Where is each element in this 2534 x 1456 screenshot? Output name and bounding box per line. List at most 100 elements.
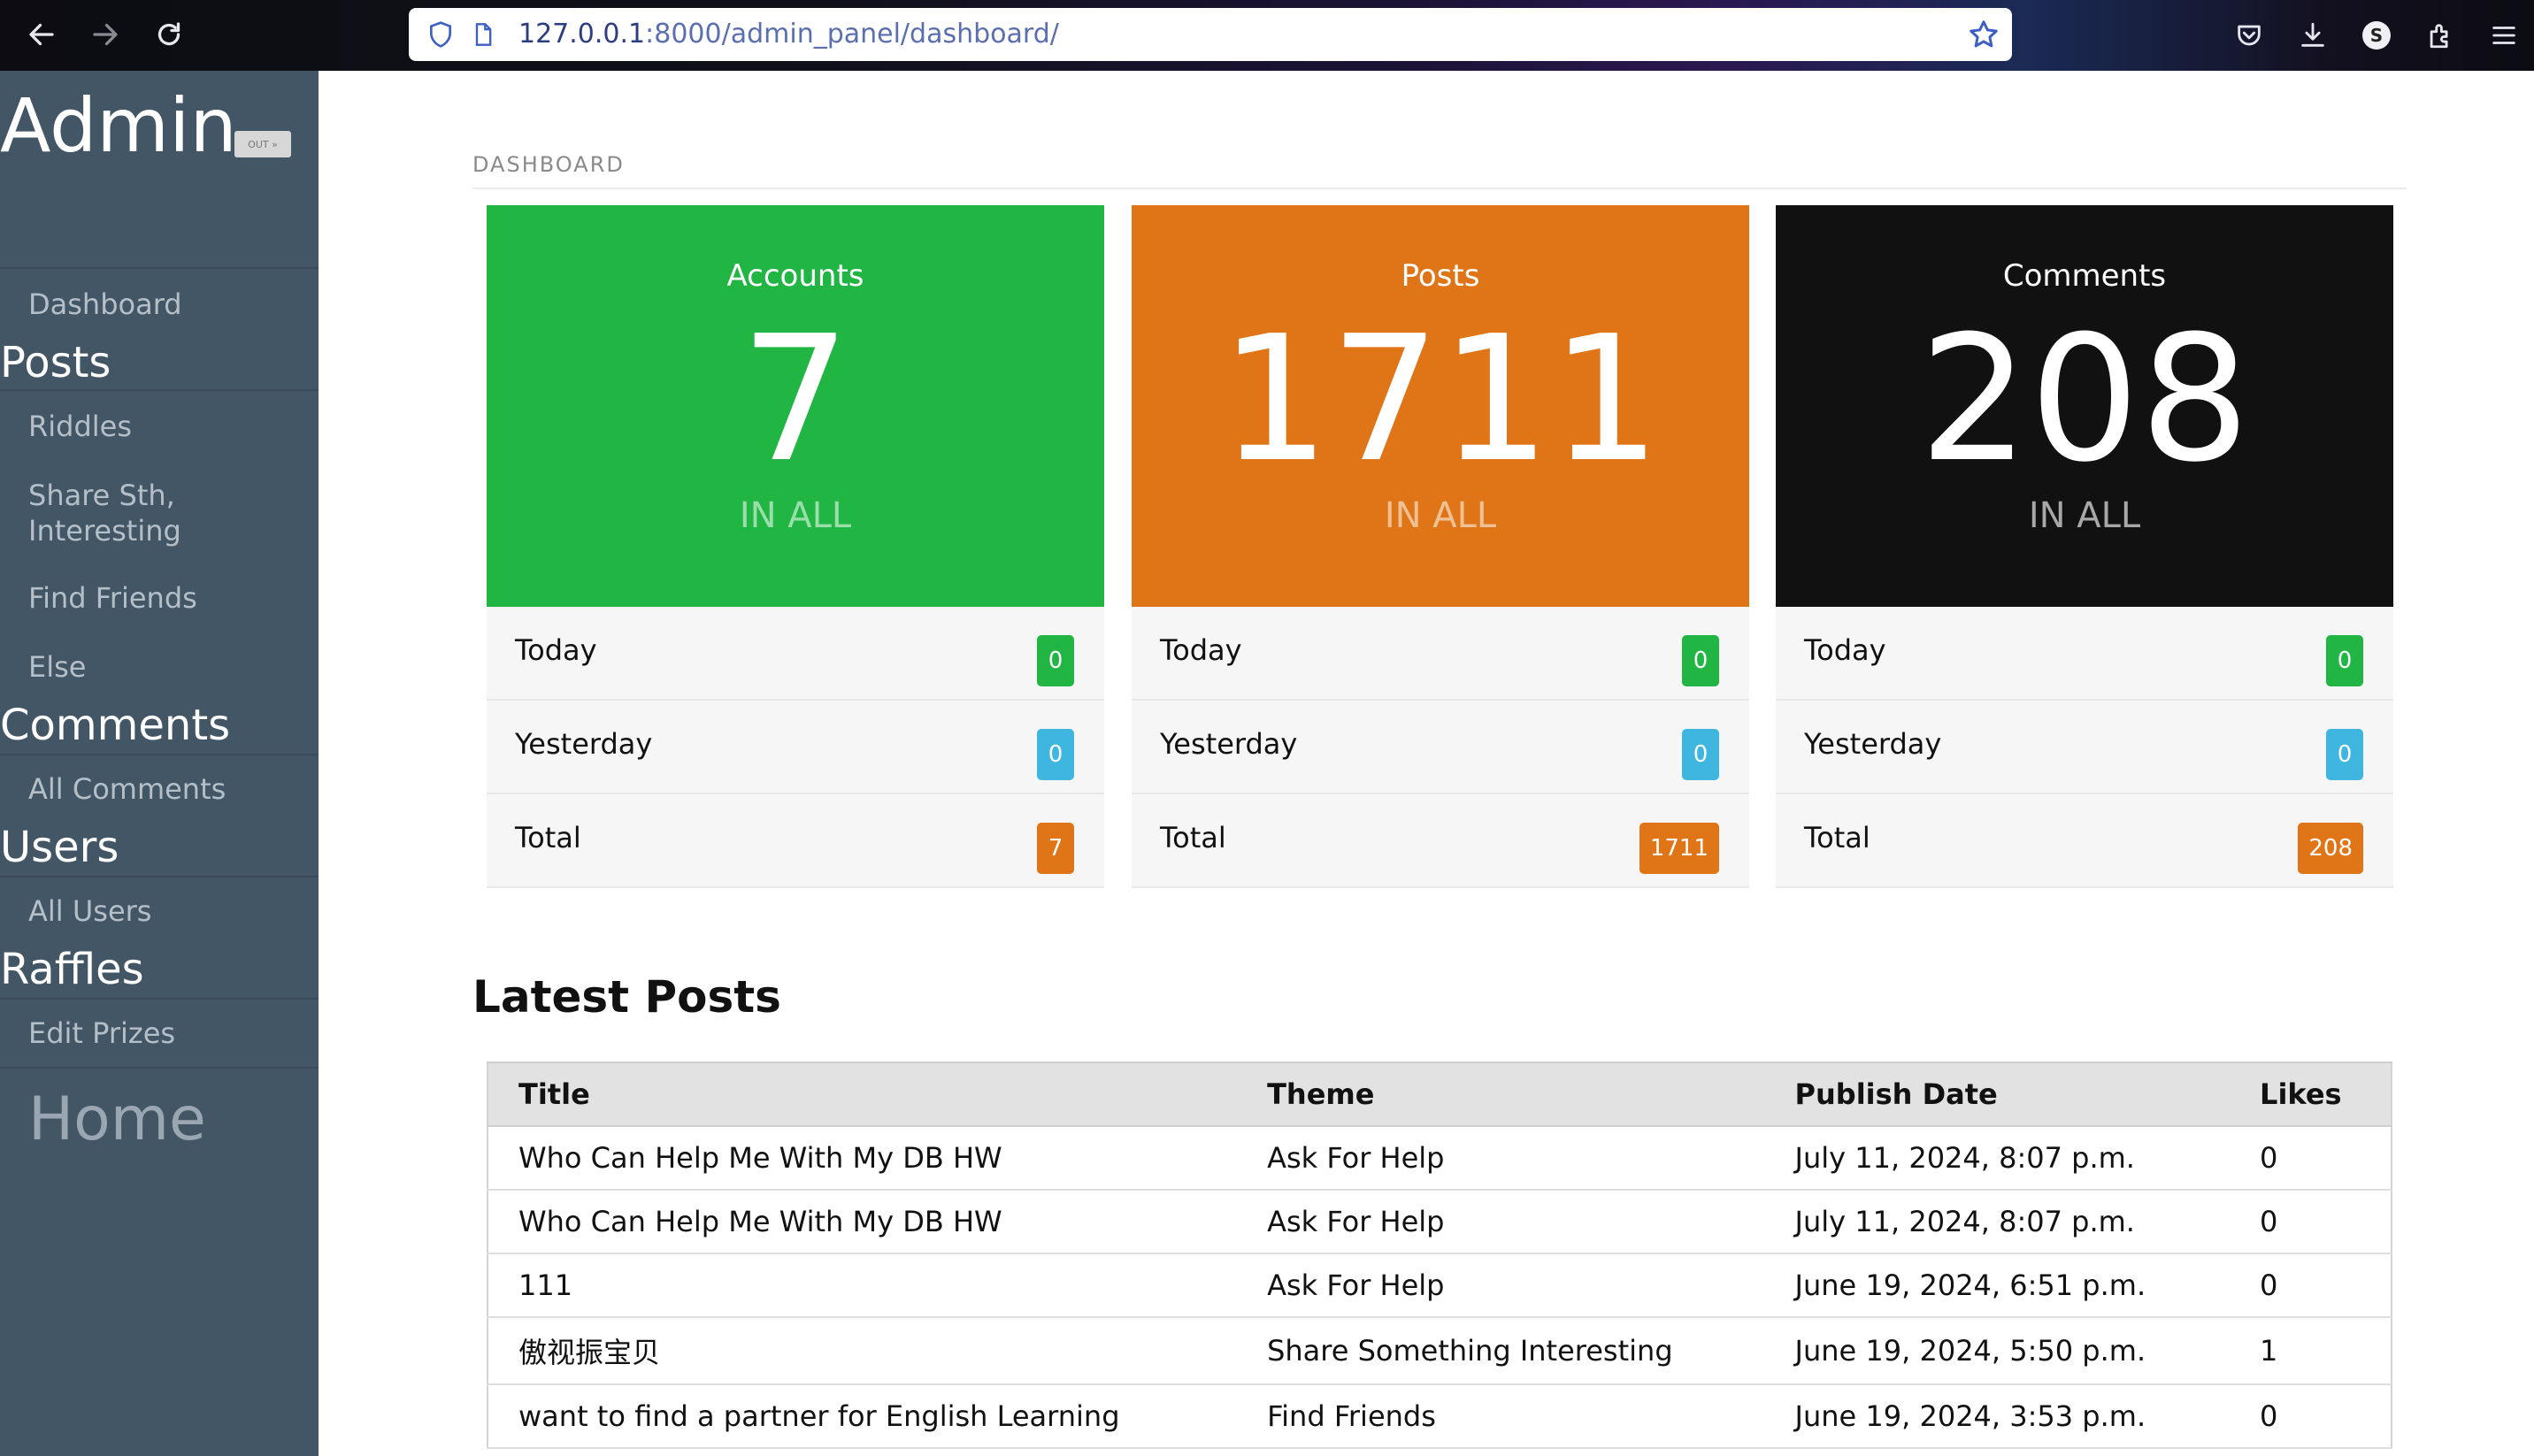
card-subtitle: IN ALL bbox=[1384, 495, 1497, 536]
count-badge: 7 bbox=[1037, 823, 1074, 874]
card-count: 208 bbox=[1918, 299, 2251, 501]
table-row[interactable]: 111 Ask For Help June 19, 2024, 6:51 p.m… bbox=[488, 1253, 2392, 1318]
latest-posts-heading: Latest Posts bbox=[472, 971, 781, 1023]
post-title[interactable]: Who Can Help Me With My DB HW bbox=[488, 1126, 1238, 1191]
count-badge: 0 bbox=[1682, 635, 1719, 686]
forward-arrow-icon[interactable] bbox=[85, 14, 126, 55]
bookmark-star-icon[interactable] bbox=[1968, 19, 2000, 50]
sidebar-item-share-sth[interactable]: Share Sth, Interesting bbox=[28, 478, 294, 548]
sidebar-item-dashboard[interactable]: Dashboard bbox=[28, 287, 182, 322]
menu-icon[interactable] bbox=[2486, 18, 2522, 53]
sidebar-section-comments: Comments bbox=[0, 701, 231, 750]
comments-card: Comments 208 IN ALL Today 0 Yesterday 0 … bbox=[1776, 205, 2393, 888]
post-likes: 0 bbox=[2230, 1190, 2392, 1254]
stat-label: Total bbox=[515, 821, 581, 854]
stat-label: Today bbox=[1804, 633, 1886, 667]
download-icon[interactable] bbox=[2295, 18, 2331, 53]
card-subtitle: IN ALL bbox=[2028, 495, 2141, 536]
post-date: June 19, 2024, 6:51 p.m. bbox=[1764, 1253, 2231, 1318]
reload-icon[interactable] bbox=[149, 14, 189, 55]
post-date: June 19, 2024, 3:53 p.m. bbox=[1764, 1384, 2231, 1449]
stat-row-yesterday: Yesterday 0 bbox=[1132, 701, 1749, 794]
sidebar-divider bbox=[0, 267, 319, 269]
stat-label: Yesterday bbox=[1804, 727, 1942, 761]
sidebar-divider bbox=[0, 754, 319, 755]
posts-card: Posts 1711 IN ALL Today 0 Yesterday 0 To… bbox=[1132, 205, 1749, 888]
extensions-icon[interactable] bbox=[2423, 18, 2458, 53]
stat-label: Today bbox=[1160, 633, 1242, 667]
logout-button[interactable]: OUT » bbox=[234, 131, 291, 157]
pocket-icon[interactable] bbox=[2231, 18, 2267, 53]
brand-title[interactable]: Admin bbox=[0, 81, 237, 170]
sidebar-item-all-comments[interactable]: All Comments bbox=[28, 771, 226, 807]
table-row[interactable]: Who Can Help Me With My DB HW Ask For He… bbox=[488, 1190, 2392, 1254]
address-bar[interactable]: 127.0.0.1:8000/admin_panel/dashboard/ bbox=[409, 8, 2012, 61]
post-title[interactable]: 傲视振宝贝 bbox=[488, 1317, 1238, 1385]
count-badge: 208 bbox=[2298, 823, 2363, 874]
sidebar-home-link[interactable]: Home bbox=[28, 1084, 206, 1155]
table-row[interactable]: Who Can Help Me With My DB HW Ask For He… bbox=[488, 1126, 2392, 1191]
post-theme: Share Something Interesting bbox=[1237, 1317, 1765, 1385]
post-title[interactable]: 111 bbox=[488, 1253, 1238, 1318]
column-header-title[interactable]: Title bbox=[488, 1061, 1238, 1127]
stat-label: Total bbox=[1160, 821, 1226, 854]
shield-icon[interactable] bbox=[426, 20, 455, 49]
post-title[interactable]: Who Can Help Me With My DB HW bbox=[488, 1190, 1238, 1254]
sidebar-item-edit-prizes[interactable]: Edit Prizes bbox=[28, 1015, 175, 1051]
sidebar-divider bbox=[0, 1067, 319, 1069]
post-likes: 0 bbox=[2230, 1126, 2392, 1191]
table-row[interactable]: want to find a partner for English Learn… bbox=[488, 1384, 2392, 1449]
stat-row-today: Today 0 bbox=[1132, 607, 1749, 701]
stat-row-yesterday: Yesterday 0 bbox=[1776, 701, 2393, 794]
count-badge: 0 bbox=[1682, 729, 1719, 780]
stat-row-today: Today 0 bbox=[1776, 607, 2393, 701]
sidebar-section-users: Users bbox=[0, 823, 119, 872]
count-badge: 1711 bbox=[1639, 823, 1719, 874]
sidebar-item-riddles[interactable]: Riddles bbox=[28, 409, 132, 444]
url-host: 127.0.0.1 bbox=[518, 19, 646, 50]
url-text[interactable]: 127.0.0.1:8000/admin_panel/dashboard/ bbox=[518, 19, 1059, 50]
sidebar-divider bbox=[0, 998, 319, 1000]
sidebar-item-all-users[interactable]: All Users bbox=[28, 893, 151, 929]
sidebar-item-else[interactable]: Else bbox=[28, 649, 86, 685]
sidebar-section-posts: Posts bbox=[0, 338, 111, 387]
column-header-likes[interactable]: Likes bbox=[2230, 1061, 2392, 1127]
stat-row-total: Total 7 bbox=[487, 794, 1104, 888]
stat-row-yesterday: Yesterday 0 bbox=[487, 701, 1104, 794]
card-label: Accounts bbox=[726, 258, 864, 294]
column-header-publish-date[interactable]: Publish Date bbox=[1764, 1061, 2231, 1127]
post-likes: 0 bbox=[2230, 1253, 2392, 1318]
card-label: Posts bbox=[1401, 258, 1480, 294]
column-header-theme[interactable]: Theme bbox=[1237, 1061, 1765, 1127]
post-theme: Ask For Help bbox=[1237, 1190, 1765, 1254]
sidebar-section-raffles: Raffles bbox=[0, 945, 144, 994]
post-title[interactable]: want to find a partner for English Learn… bbox=[488, 1384, 1238, 1449]
stat-label: Yesterday bbox=[1160, 727, 1298, 761]
stat-label: Today bbox=[515, 633, 597, 667]
stat-label: Total bbox=[1804, 821, 1870, 854]
posts-card-header: Posts 1711 IN ALL bbox=[1132, 205, 1749, 607]
sidebar-divider bbox=[0, 389, 319, 391]
url-path: :8000/admin_panel/dashboard/ bbox=[645, 19, 1059, 50]
count-badge: 0 bbox=[1037, 729, 1074, 780]
sidebar bbox=[0, 71, 319, 1456]
accounts-card-header: Accounts 7 IN ALL bbox=[487, 205, 1104, 607]
comments-card-header: Comments 208 IN ALL bbox=[1776, 205, 2393, 607]
count-badge: 0 bbox=[2326, 729, 2363, 780]
post-theme: Find Friends bbox=[1237, 1384, 1765, 1449]
account-icon[interactable]: S bbox=[2359, 18, 2394, 53]
stat-row-today: Today 0 bbox=[487, 607, 1104, 701]
page-icon bbox=[475, 23, 492, 46]
post-date: June 19, 2024, 5:50 p.m. bbox=[1764, 1317, 2231, 1385]
table-header-row: Title Theme Publish Date Likes bbox=[488, 1061, 2392, 1127]
count-badge: 0 bbox=[1037, 635, 1074, 686]
sidebar-item-find-friends[interactable]: Find Friends bbox=[28, 580, 197, 616]
post-date: July 11, 2024, 8:07 p.m. bbox=[1764, 1190, 2231, 1254]
profile-avatar: S bbox=[2362, 21, 2391, 50]
back-arrow-icon[interactable] bbox=[21, 14, 62, 55]
latest-posts-table: Title Theme Publish Date Likes Who Can H… bbox=[487, 1061, 2392, 1449]
stat-row-total: Total 208 bbox=[1776, 794, 2393, 888]
table-row[interactable]: 傲视振宝贝 Share Something Interesting June 1… bbox=[488, 1317, 2392, 1385]
card-count: 7 bbox=[740, 299, 851, 501]
browser-toolbar: 127.0.0.1:8000/admin_panel/dashboard/ S bbox=[0, 0, 2534, 71]
